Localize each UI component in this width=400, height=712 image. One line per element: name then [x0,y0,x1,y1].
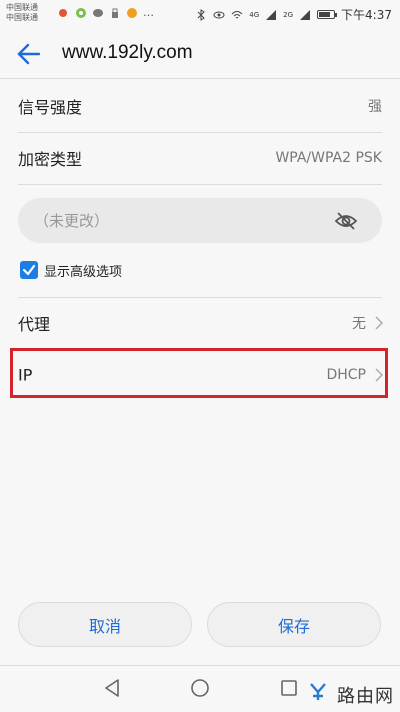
battery-icon [317,10,338,19]
chevron-right-icon [375,368,384,382]
signal-icon [266,9,277,20]
nav-recent-apps-icon[interactable] [280,679,298,697]
bluetooth-icon [197,8,206,21]
watermark-logo-icon [310,683,326,700]
carrier-1: 中国联通 [6,3,38,12]
status-bar: 中国联通 中国联通 … 4G 2G 下午4:37 [0,0,400,30]
password-input[interactable] [34,198,324,243]
wifi-icon [231,10,243,18]
signal-strength-row: 信号强度 强 [0,80,400,132]
chat-icon [93,8,103,17]
wechat-icon [59,8,67,17]
navigation-bar: 路由网 [0,665,400,712]
checkmark-icon [22,264,36,276]
encryption-type-row: 加密类型 WPA/WPA2 PSK [0,132,400,184]
show-advanced-options-label: 显示高级选项 [44,264,123,280]
eye-comfort-icon [213,11,225,18]
page-title: www.192ly.com [62,42,193,63]
notification-icons: … [58,6,154,19]
signal-strength-value: 强 [368,99,382,115]
encryption-type-label: 加密类型 [18,150,83,169]
back-arrow-icon[interactable] [14,40,44,68]
weibo-icon [127,7,137,18]
ip-value: DHCP [326,367,366,383]
carrier-2: 中国联通 [6,13,38,22]
ip-label: IP [18,365,33,385]
show-advanced-options-checkbox[interactable]: 显示高级选项 [20,258,122,282]
lock-icon [112,8,118,18]
password-field [18,198,382,243]
carrier-info: 中国联通 中国联通 [6,3,38,23]
signal-label-4g: 4G [249,10,260,19]
more-icon: … [143,6,154,19]
save-button[interactable]: 保存 [207,602,381,647]
app-icon [76,7,86,18]
app-header: www.192ly.com [0,30,400,79]
clock: 下午4:37 [341,8,392,22]
watermark-logo [309,682,327,707]
chevron-right-icon [375,316,384,330]
signal-label-2g: 2G [283,10,294,19]
watermark-text: 路由网 [337,686,394,707]
signal-strength-label: 信号强度 [18,98,83,117]
nav-home-icon[interactable] [190,678,210,698]
battery-fill [319,12,331,17]
checkbox[interactable] [20,261,38,279]
proxy-label: 代理 [18,315,51,334]
signal-icon-2 [300,9,311,20]
proxy-value: 无 [352,316,366,332]
nav-back-icon[interactable] [103,678,121,698]
hide-password-icon[interactable] [334,210,358,232]
divider [18,184,382,185]
cancel-button[interactable]: 取消 [18,602,192,647]
encryption-type-value: WPA/WPA2 PSK [275,150,382,166]
system-icons: 4G 2G 下午4:37 [195,6,392,23]
ip-settings-row[interactable]: IP DHCP [0,349,400,401]
proxy-row[interactable]: 代理 无 [0,297,400,349]
